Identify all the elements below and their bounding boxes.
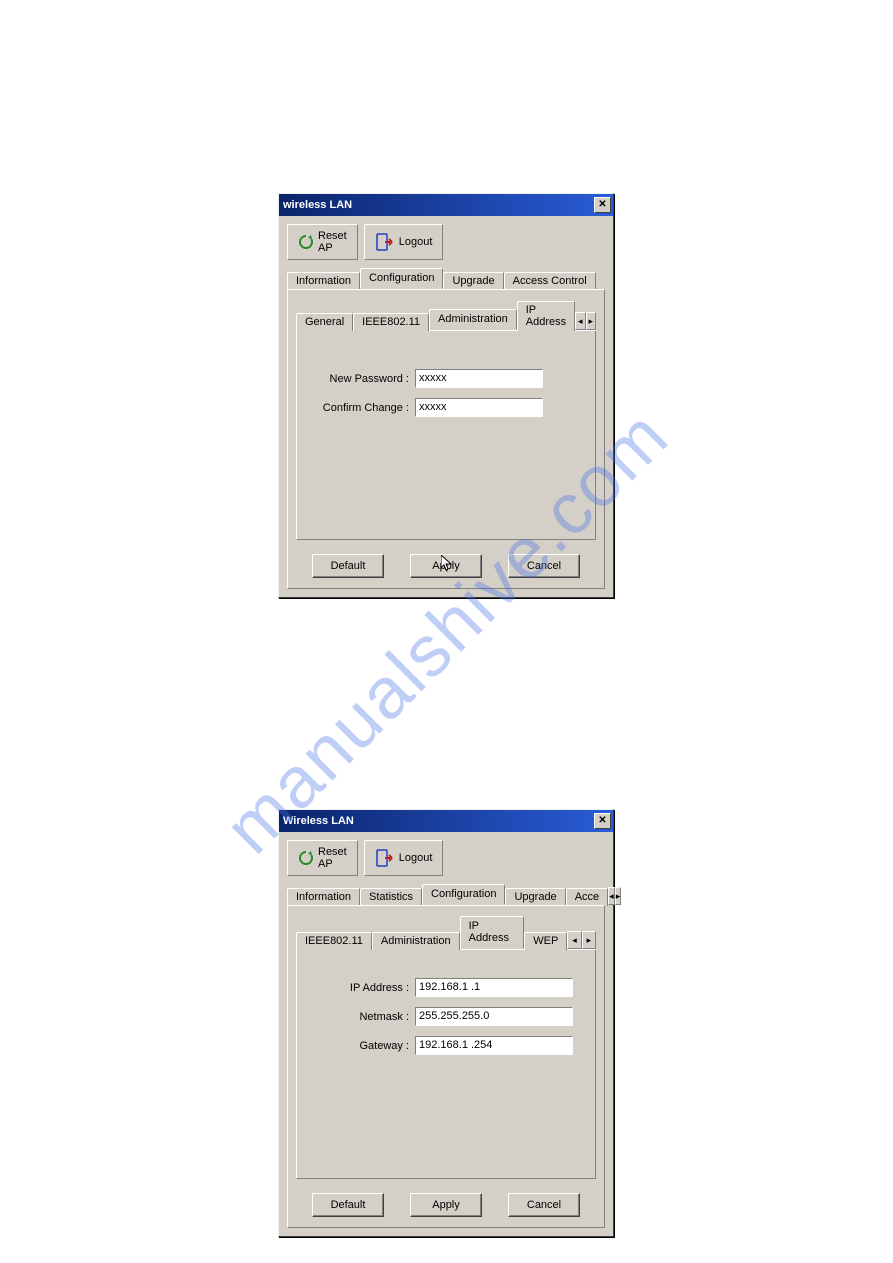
- close-button[interactable]: ✕: [594, 197, 611, 213]
- gateway-label: Gateway :: [309, 1040, 409, 1052]
- window-title: wireless LAN: [283, 199, 352, 211]
- ip-address-label: IP Address :: [309, 982, 409, 994]
- close-button[interactable]: ✕: [594, 813, 611, 829]
- chevron-right-icon: ▸: [616, 891, 621, 902]
- logout-icon: [375, 848, 395, 868]
- tab-upgrade[interactable]: Upgrade: [443, 272, 503, 290]
- logout-button[interactable]: Logout: [364, 840, 444, 876]
- tab-scroll-right[interactable]: ▸: [615, 887, 622, 905]
- tab-configuration[interactable]: Configuration: [422, 884, 505, 905]
- titlebar: Wireless LAN ✕: [279, 810, 613, 832]
- tab-scroll-left[interactable]: ◂: [575, 312, 585, 330]
- subtab-administration[interactable]: Administration: [372, 932, 460, 950]
- tab-scroll-right[interactable]: ▸: [586, 312, 596, 330]
- close-icon: ✕: [598, 816, 606, 826]
- subtab-wep[interactable]: WEP: [524, 932, 567, 950]
- netmask-label: Netmask :: [309, 1011, 409, 1023]
- ip-address-input[interactable]: 192.168.1 .1: [415, 978, 573, 997]
- sub-tab-row: IEEE802.11 Administration IP Address WEP…: [296, 916, 596, 950]
- gateway-input[interactable]: 192.168.1 .254: [415, 1036, 573, 1055]
- netmask-input[interactable]: 255.255.255.0: [415, 1007, 573, 1026]
- logout-icon: [375, 232, 395, 252]
- new-password-label: New Password :: [309, 373, 409, 385]
- tab-upgrade[interactable]: Upgrade: [505, 888, 565, 906]
- cancel-button[interactable]: Cancel: [508, 1193, 580, 1217]
- reset-ap-button[interactable]: Reset AP: [287, 840, 358, 876]
- tab-information[interactable]: Information: [287, 272, 360, 290]
- subtab-general[interactable]: General: [296, 313, 353, 331]
- main-tab-row: Information Statistics Configuration Upg…: [287, 884, 605, 906]
- titlebar: wireless LAN ✕: [279, 194, 613, 216]
- default-button[interactable]: Default: [312, 1193, 384, 1217]
- subtab-ieee80211[interactable]: IEEE802.11: [353, 313, 429, 331]
- reset-label-2: AP: [318, 242, 347, 254]
- chevron-right-icon: ▸: [587, 935, 592, 946]
- tab-configuration[interactable]: Configuration: [360, 268, 443, 289]
- logout-label: Logout: [399, 852, 433, 864]
- apply-button[interactable]: Apply: [410, 554, 482, 578]
- reset-label-1: Reset: [318, 846, 347, 858]
- window-title: Wireless LAN: [283, 815, 354, 827]
- cancel-button[interactable]: Cancel: [508, 554, 580, 578]
- refresh-icon: [298, 234, 314, 250]
- confirm-change-input[interactable]: xxxxx: [415, 398, 543, 417]
- chevron-left-icon: ◂: [578, 316, 583, 327]
- reset-ap-button[interactable]: Reset AP: [287, 224, 358, 260]
- refresh-icon: [298, 850, 314, 866]
- sub-tab-row: General IEEE802.11 Administration IP Add…: [296, 300, 596, 331]
- subtab-administration[interactable]: Administration: [429, 309, 517, 330]
- subtab-ip-address[interactable]: IP Address: [460, 916, 525, 949]
- reset-label-1: Reset: [318, 230, 347, 242]
- chevron-right-icon: ▸: [589, 316, 594, 327]
- chevron-left-icon: ◂: [609, 891, 614, 902]
- subtab-ip-address[interactable]: IP Address: [517, 301, 575, 331]
- window-ip-address: Wireless LAN ✕ Reset AP Logout: [278, 809, 614, 1237]
- tab-scroll-left[interactable]: ◂: [567, 931, 581, 949]
- subtab-ieee80211[interactable]: IEEE802.11: [296, 932, 372, 950]
- new-password-input[interactable]: xxxxx: [415, 369, 543, 388]
- logout-button[interactable]: Logout: [364, 224, 444, 260]
- reset-label-2: AP: [318, 858, 347, 870]
- tab-statistics[interactable]: Statistics: [360, 888, 422, 906]
- confirm-change-label: Confirm Change :: [309, 402, 409, 414]
- default-button[interactable]: Default: [312, 554, 384, 578]
- tab-information[interactable]: Information: [287, 888, 360, 906]
- tab-access-control[interactable]: Access Control: [504, 272, 596, 290]
- main-tab-row: Information Configuration Upgrade Access…: [287, 268, 605, 290]
- chevron-left-icon: ◂: [572, 935, 577, 946]
- window-admin-password: wireless LAN ✕ Reset AP Logout: [278, 193, 614, 598]
- close-icon: ✕: [598, 200, 606, 210]
- logout-label: Logout: [399, 236, 433, 248]
- apply-button[interactable]: Apply: [410, 1193, 482, 1217]
- tab-scroll-right[interactable]: ▸: [582, 931, 596, 949]
- tab-access-truncated[interactable]: Acce: [566, 888, 608, 906]
